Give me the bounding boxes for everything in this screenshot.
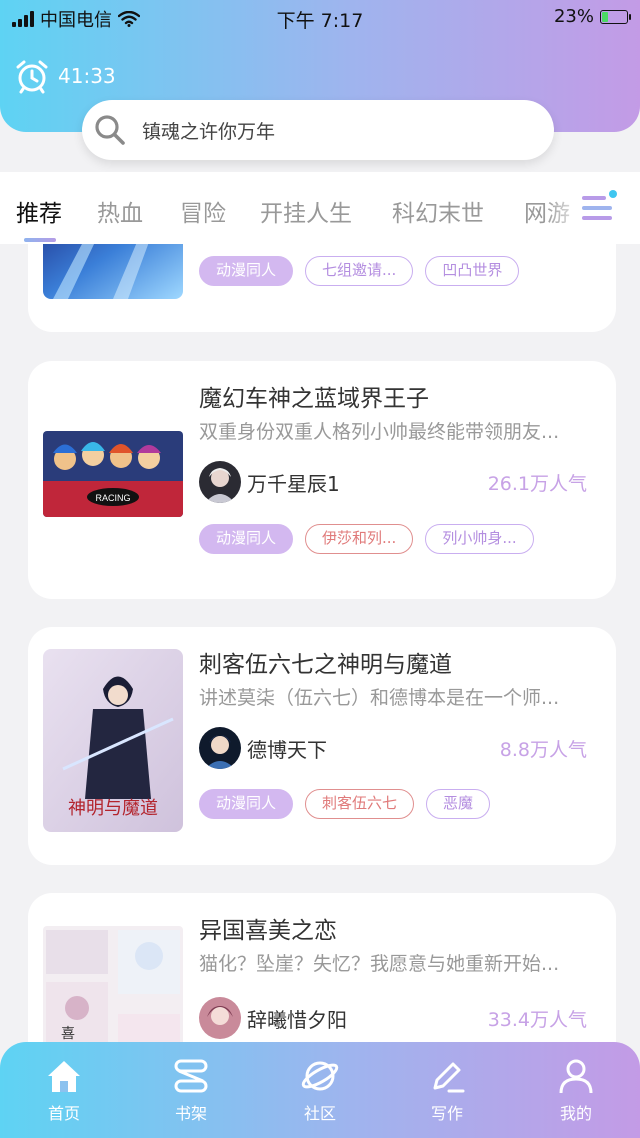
popularity-count: 8.8万人气 xyxy=(499,738,587,761)
popularity-count: 26.1万人气 xyxy=(487,472,587,495)
nav-label: 社区 xyxy=(303,1104,336,1123)
svg-text:喜: 喜 xyxy=(61,1026,75,1042)
author-row: 辞曦惜夕阳 33.4万人气 xyxy=(199,997,587,1039)
home-icon xyxy=(48,1061,80,1092)
status-bar: 中国电信 下午 7:17 23% xyxy=(0,0,640,34)
search-bar[interactable]: 镇魂之许你万年 xyxy=(82,100,554,160)
nav-community[interactable]: 社区 xyxy=(270,1056,370,1124)
nav-home[interactable]: 首页 xyxy=(14,1056,114,1124)
user-icon xyxy=(559,1059,593,1094)
book-cover: 喜 xyxy=(43,926,183,1054)
book-description: 讲述莫柒（伍六七）和德博本是在一个师... xyxy=(199,687,560,709)
author-avatar[interactable] xyxy=(199,997,241,1039)
nav-write[interactable]: 写作 xyxy=(397,1056,497,1124)
tag[interactable]: 伊莎和列... xyxy=(305,524,414,554)
tag[interactable]: 动漫同人 xyxy=(199,789,294,819)
author-avatar[interactable] xyxy=(199,727,241,769)
planet-icon xyxy=(301,1061,339,1091)
status-time: 下午 7:17 xyxy=(276,10,364,32)
author-name[interactable]: 德博天下 xyxy=(247,734,327,763)
tab-hot-blood[interactable]: 热血 xyxy=(97,194,143,228)
tag-list: 动漫同人 刺客伍六七 恶魔 xyxy=(199,789,491,819)
nav-label: 首页 xyxy=(47,1104,80,1123)
alarm-clock-icon xyxy=(16,60,48,94)
author-name[interactable]: 辞曦惜夕阳 xyxy=(247,1004,347,1033)
book-title[interactable]: 魔幻车神之蓝域界王子 xyxy=(199,379,429,413)
tag[interactable]: 动漫同人 xyxy=(199,524,294,554)
pen-icon xyxy=(433,1062,465,1093)
author-avatar[interactable] xyxy=(199,461,241,503)
nav-profile[interactable]: 我的 xyxy=(526,1056,626,1124)
book-card[interactable]: 动漫同人 七组邀请... 凹凸世界 xyxy=(28,244,616,332)
book-card[interactable]: 神明与魔道 刺客伍六七之神明与魔道 讲述莫柒（伍六七）和德博本是在一个师... … xyxy=(28,627,616,865)
svg-text:RACING: RACING xyxy=(95,493,130,503)
active-tab-indicator xyxy=(24,238,56,242)
book-card[interactable]: 喜 异国喜美之恋 猫化？坠崖？失忆？我愿意与她重新开始... 辞曦惜夕阳 33.… xyxy=(28,893,616,1054)
tag-list: 动漫同人 七组邀请... 凹凸世界 xyxy=(199,256,520,286)
book-cover: 神明与魔道 xyxy=(43,649,183,832)
author-row: 万千星辰1 26.1万人气 xyxy=(199,461,587,503)
tab-adventure[interactable]: 冒险 xyxy=(180,194,226,228)
search-icon xyxy=(95,115,125,145)
author-name[interactable]: 万千星辰1 xyxy=(247,468,340,497)
category-tabs: 推荐 热血 冒险 开挂人生 科幻末世 网游 xyxy=(0,172,640,244)
book-cover xyxy=(43,244,183,299)
tab-recommend[interactable]: 推荐 xyxy=(16,194,62,228)
tab-scifi-apocalypse[interactable]: 科幻末世 xyxy=(392,194,484,228)
book-card[interactable]: RACING 魔幻车神之蓝域界王子 双重身份双重人格列小帅最终能带领朋友... … xyxy=(28,361,616,599)
category-menu-icon[interactable] xyxy=(580,188,620,228)
bottom-navigation: 首页 书架 社区 写作 我的 xyxy=(0,1042,640,1138)
nav-label: 书架 xyxy=(174,1104,207,1123)
bookshelf-icon xyxy=(174,1059,208,1093)
battery-icon xyxy=(600,9,631,24)
nav-label: 我的 xyxy=(559,1104,592,1123)
battery-percent: 23% xyxy=(553,6,594,27)
book-description: 双重身份双重人格列小帅最终能带领朋友... xyxy=(199,421,560,443)
tag-list: 动漫同人 伊莎和列... 列小帅身... xyxy=(199,524,534,554)
reading-timer[interactable]: 41:33 xyxy=(14,58,116,94)
tag[interactable]: 七组邀请... xyxy=(305,256,414,286)
tag[interactable]: 凹凸世界 xyxy=(425,256,520,286)
timer-label: 41:33 xyxy=(58,64,116,88)
book-feed: 动漫同人 七组邀请... 凹凸世界 RACING 魔幻车神之蓝域界王子 双重身份… xyxy=(0,244,640,1054)
tag[interactable]: 刺客伍六七 xyxy=(305,789,415,819)
book-cover: RACING xyxy=(43,431,183,517)
tag[interactable]: 动漫同人 xyxy=(199,256,294,286)
author-row: 德博天下 8.8万人气 xyxy=(199,727,587,769)
nav-label: 写作 xyxy=(430,1104,463,1123)
nav-bookshelf[interactable]: 书架 xyxy=(141,1056,241,1124)
search-placeholder: 镇魂之许你万年 xyxy=(142,120,276,143)
tag[interactable]: 恶魔 xyxy=(426,789,491,819)
book-description: 猫化？坠崖？失忆？我愿意与她重新开始... xyxy=(199,953,560,975)
book-title[interactable]: 异国喜美之恋 xyxy=(199,911,337,945)
book-title[interactable]: 刺客伍六七之神明与魔道 xyxy=(199,645,452,679)
tag[interactable]: 列小帅身... xyxy=(425,524,534,554)
svg-text:神明与魔道: 神明与魔道 xyxy=(68,798,158,819)
tab-cheat-life[interactable]: 开挂人生 xyxy=(260,194,352,228)
popularity-count: 33.4万人气 xyxy=(487,1008,587,1031)
